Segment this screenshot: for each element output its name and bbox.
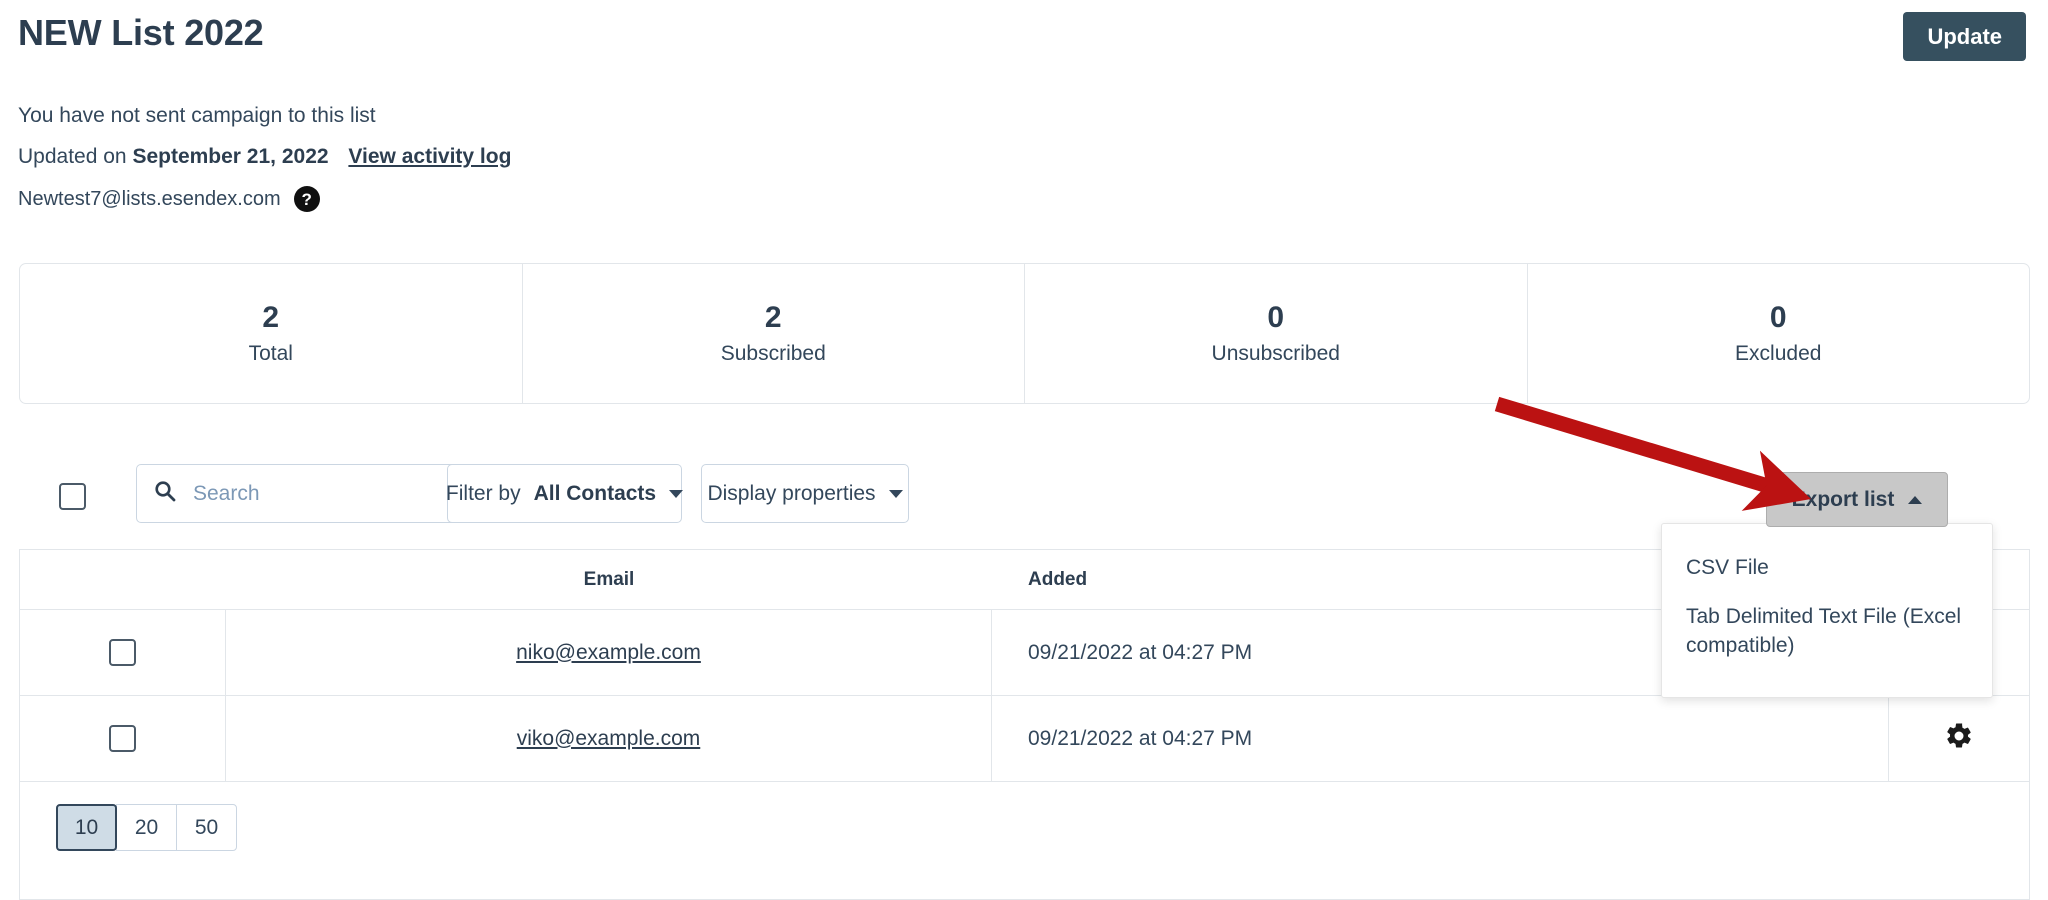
view-activity-log-link[interactable]: View activity log	[348, 145, 511, 168]
row-email-cell: viko@example.com	[226, 696, 992, 781]
gear-icon[interactable]	[1944, 721, 1974, 756]
stats-strip: 2 Total 2 Subscribed 0 Unsubscribed 0 Ex…	[19, 263, 2030, 404]
stat-card-subscribed: 2 Subscribed	[523, 264, 1025, 403]
filter-prefix-label: Filter by	[445, 481, 521, 505]
search-icon	[153, 479, 177, 508]
filter-value-label: All Contacts	[533, 481, 657, 505]
row-email-cell: niko@example.com	[226, 610, 992, 695]
page-size-option-50[interactable]: 50	[176, 804, 237, 851]
chevron-down-icon	[669, 489, 684, 498]
contact-email-link[interactable]: niko@example.com	[516, 641, 701, 665]
stat-card-unsubscribed: 0 Unsubscribed	[1025, 264, 1528, 403]
list-detail-page: NEW List 2022 Update You have not sent c…	[0, 0, 2048, 900]
display-properties-label: Display properties	[707, 481, 876, 505]
page-size-option-20[interactable]: 20	[116, 804, 177, 851]
search-input[interactable]	[193, 481, 489, 506]
header-cell-email: Email	[226, 550, 992, 609]
stat-card-excluded: 0 Excluded	[1528, 264, 2030, 403]
contact-added-date: 09/21/2022 at 04:27 PM	[1028, 726, 1253, 750]
chevron-up-icon	[1908, 495, 1923, 504]
stat-label: Subscribed	[720, 342, 826, 365]
export-menu-item-csv[interactable]: CSV File	[1662, 544, 1992, 593]
select-all-checkbox[interactable]	[59, 483, 86, 510]
updated-on-line: Updated on September 21, 2022 View activ…	[18, 145, 511, 169]
help-icon[interactable]: ?	[293, 186, 320, 212]
row-select-cell[interactable]	[20, 696, 226, 781]
row-checkbox[interactable]	[109, 639, 136, 666]
contact-email-link[interactable]: viko@example.com	[517, 727, 701, 751]
filter-by-dropdown[interactable]: Filter by All Contacts	[445, 464, 684, 523]
page-size-option-10[interactable]: 10	[56, 804, 117, 851]
list-email-address: Newtest7@lists.esendex.com	[18, 187, 281, 210]
export-list-menu: CSV File Tab Delimited Text File (Excel …	[1661, 523, 1993, 698]
stat-value: 2	[262, 301, 280, 334]
table-row: viko@example.com 09/21/2022 at 04:27 PM	[20, 696, 2029, 782]
display-properties-dropdown[interactable]: Display properties	[701, 464, 909, 523]
page-size-selector: 10 20 50	[20, 782, 2029, 851]
updated-prefix: Updated on	[18, 145, 127, 168]
row-select-cell[interactable]	[20, 610, 226, 695]
stat-value: 0	[1267, 301, 1285, 334]
list-email-line: Newtest7@lists.esendex.com ?	[18, 186, 320, 212]
row-actions-cell[interactable]	[1889, 696, 2029, 781]
stat-value: 2	[764, 301, 782, 334]
stat-label: Excluded	[1735, 342, 1822, 365]
column-header-label: Email	[583, 568, 635, 590]
page-title: NEW List 2022	[18, 12, 264, 53]
campaign-status-text: You have not sent campaign to this list	[18, 104, 376, 127]
header-cell-select	[20, 550, 226, 609]
row-checkbox[interactable]	[109, 725, 136, 752]
column-header-label: Added	[1028, 568, 1088, 590]
update-button[interactable]: Update	[1903, 12, 2026, 62]
stat-label: Total	[248, 342, 293, 365]
export-list-label: Export list	[1791, 487, 1895, 511]
contact-added-date: 09/21/2022 at 04:27 PM	[1028, 640, 1253, 664]
stat-card-total: 2 Total	[20, 264, 523, 403]
stat-label: Unsubscribed	[1211, 342, 1340, 365]
row-added-cell: 09/21/2022 at 04:27 PM	[992, 696, 1889, 781]
updated-date: September 21, 2022	[132, 145, 329, 168]
export-list-button[interactable]: Export list	[1766, 472, 1948, 527]
export-menu-item-tab-delimited[interactable]: Tab Delimited Text File (Excel compatibl…	[1662, 593, 1992, 671]
stat-value: 0	[1769, 301, 1787, 334]
chevron-down-icon	[888, 489, 903, 498]
select-all-checkbox-wrapper[interactable]	[59, 483, 86, 515]
